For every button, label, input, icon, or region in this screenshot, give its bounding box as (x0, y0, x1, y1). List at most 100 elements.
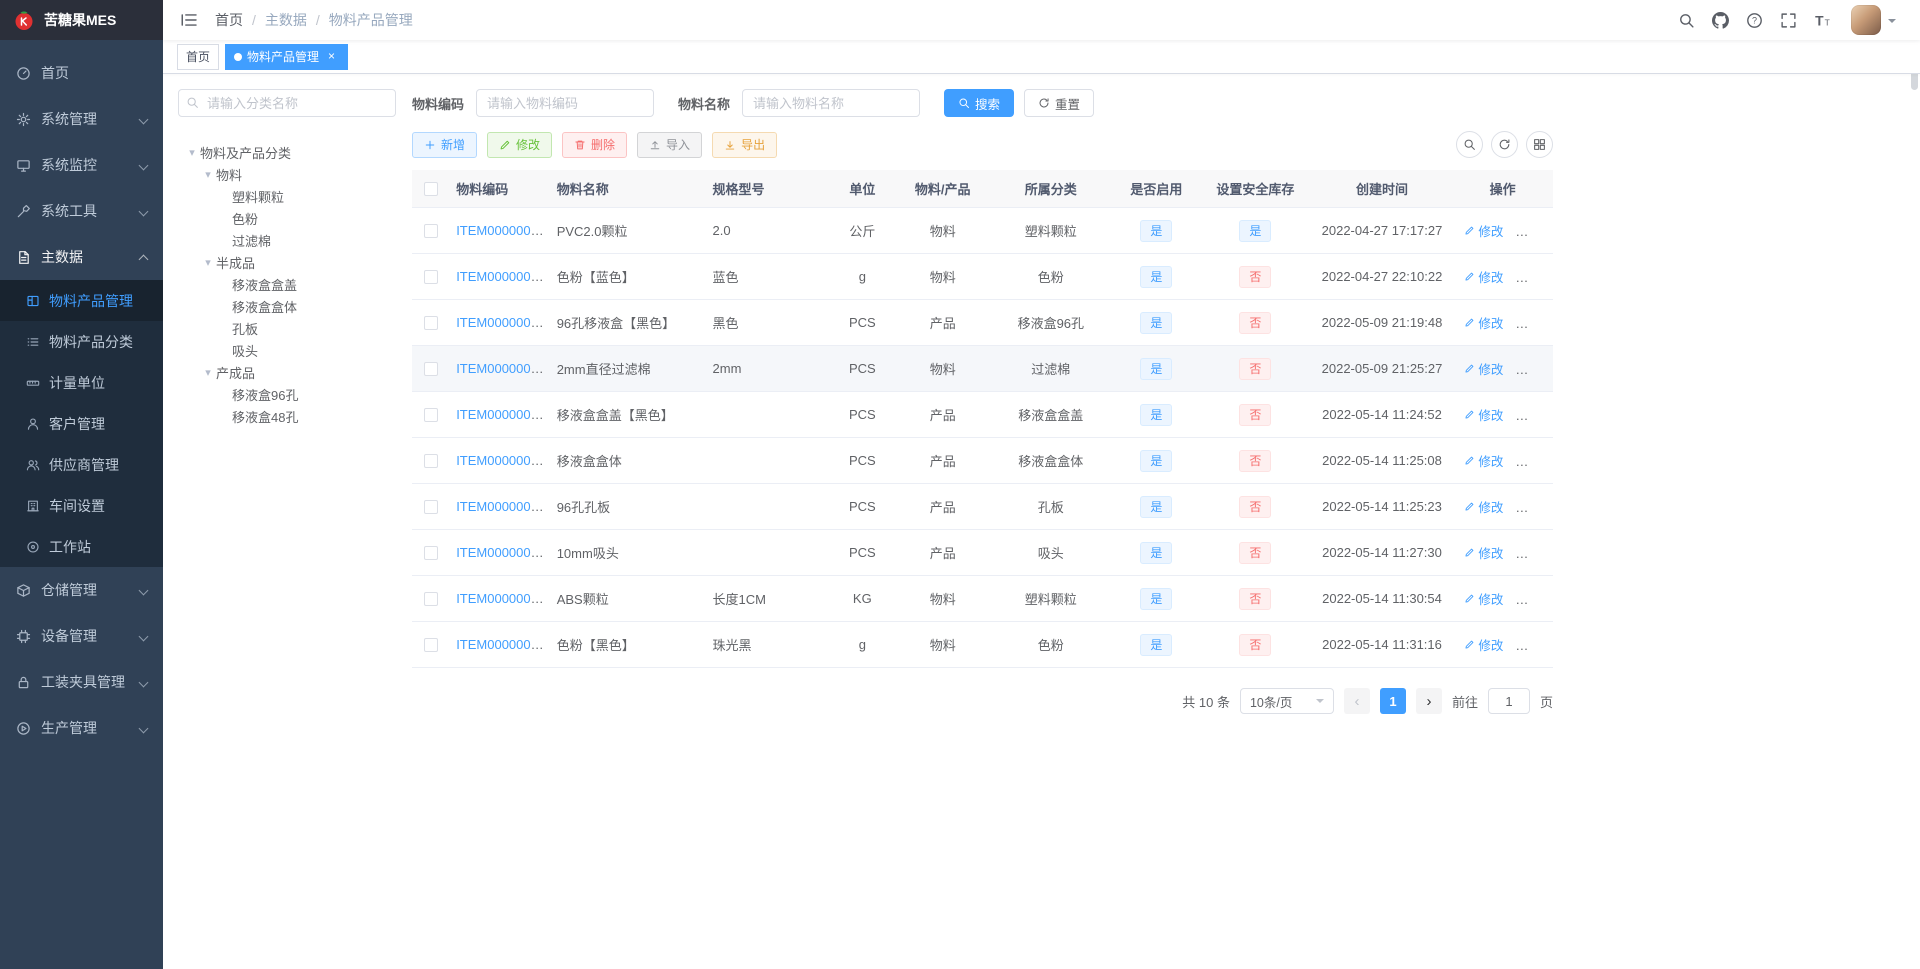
caret-down-icon[interactable]: ▾ (184, 146, 200, 159)
add-button[interactable]: 新增 (412, 131, 478, 158)
category-search-input[interactable] (178, 89, 396, 117)
tree-node[interactable]: 塑料颗粒 (178, 185, 396, 207)
search-button[interactable]: 搜索 (944, 89, 1015, 117)
tab-close-icon[interactable]: × (324, 49, 339, 64)
user-menu[interactable] (1839, 5, 1906, 35)
hamburger-icon[interactable] (177, 8, 201, 32)
breadcrumb-item[interactable]: 首页 (215, 10, 243, 30)
font-size-icon[interactable]: TT (1805, 0, 1839, 40)
row-checkbox[interactable] (424, 454, 439, 469)
material-code-link[interactable]: ITEM00000046 (456, 315, 545, 330)
material-code-link[interactable]: ITEM00000054 (456, 545, 545, 560)
row-edit-link[interactable]: 修改 (1464, 267, 1503, 286)
sidebar-item[interactable]: 生产管理 (0, 705, 163, 751)
table-row[interactable]: ITEM00000051 移液盒盒盖【黑色】 PCS 产品 移液盒盒盖 是 否 … (412, 391, 1553, 438)
tree-node[interactable]: 过滤棉 (178, 229, 396, 251)
export-button[interactable]: 导出 (712, 131, 778, 158)
row-edit-link[interactable]: 修改 (1464, 313, 1503, 332)
tree-node[interactable]: ▾ 产成品 (178, 361, 396, 383)
row-checkbox[interactable] (424, 224, 439, 239)
sidebar-subitem[interactable]: 供应商管理 (0, 444, 163, 485)
sidebar-item[interactable]: 工装夹具管理 (0, 659, 163, 705)
filter-field-input[interactable] (742, 89, 921, 117)
tree-node[interactable]: 移液盒48孔 (178, 405, 396, 427)
sidebar-item[interactable]: 系统监控 (0, 142, 163, 188)
sidebar-item[interactable]: 首页 (0, 50, 163, 96)
table-row[interactable]: ITEM00000055 ABS颗粒 长度1CM KG 物料 塑料颗粒 是 否 … (412, 575, 1553, 622)
tree-node[interactable]: 移液盒96孔 (178, 383, 396, 405)
tree-node[interactable]: 移液盒盒体 (178, 295, 396, 317)
sidebar-item[interactable]: 系统工具 (0, 188, 163, 234)
row-checkbox[interactable] (424, 270, 439, 285)
row-checkbox[interactable] (424, 592, 439, 607)
material-code-link[interactable]: ITEM00000037 (456, 223, 545, 238)
tree-node[interactable]: 孔板 (178, 317, 396, 339)
toggle-search-button[interactable] (1456, 131, 1483, 158)
avatar[interactable] (1851, 5, 1881, 35)
sidebar-item[interactable]: 系统管理 (0, 96, 163, 142)
tree-node[interactable]: 色粉 (178, 207, 396, 229)
row-checkbox[interactable] (424, 500, 439, 515)
row-edit-link[interactable]: 修改 (1464, 405, 1503, 424)
material-code-link[interactable]: ITEM00000051 (456, 407, 545, 422)
row-edit-link[interactable]: 修改 (1464, 589, 1503, 608)
sidebar-subitem[interactable]: 计量单位 (0, 362, 163, 403)
tree-node[interactable]: 移液盒盒盖 (178, 273, 396, 295)
delete-button[interactable]: 删除 (562, 131, 628, 158)
breadcrumb-item[interactable]: 主数据 (265, 10, 307, 30)
table-row[interactable]: ITEM00000046 96孔移液盒【黑色】 黑色 PCS 产品 移液盒96孔… (412, 299, 1553, 346)
caret-down-icon[interactable]: ▾ (200, 366, 216, 379)
select-all-checkbox[interactable] (424, 182, 439, 197)
sidebar-item[interactable]: 设备管理 (0, 613, 163, 659)
page-size-select[interactable]: 10条/页 (1239, 688, 1334, 714)
table-row[interactable]: ITEM00000053 96孔孔板 PCS 产品 孔板 是 否 2022-05… (412, 483, 1553, 530)
tree-node[interactable]: ▾ 半成品 (178, 251, 396, 273)
search-icon[interactable] (1669, 0, 1703, 40)
row-edit-link[interactable]: 修改 (1464, 635, 1503, 654)
tree-node[interactable]: ▾ 物料 (178, 163, 396, 185)
view-tab[interactable]: 首页 (177, 43, 220, 70)
sidebar-subitem[interactable]: 客户管理 (0, 403, 163, 444)
table-row[interactable]: ITEM00000041 色粉【蓝色】 蓝色 g 物料 色粉 是 否 2022-… (412, 253, 1553, 300)
refresh-table-button[interactable] (1491, 131, 1518, 158)
caret-down-icon[interactable]: ▾ (200, 256, 216, 269)
sidebar-subitem[interactable]: 物料产品分类 (0, 321, 163, 362)
table-row[interactable]: ITEM00000037 PVC2.0颗粒 2.0 公斤 物料 塑料颗粒 是 是… (412, 207, 1553, 254)
reset-button[interactable]: 重置 (1024, 89, 1095, 117)
column-settings-button[interactable] (1526, 131, 1553, 158)
row-edit-link[interactable]: 修改 (1464, 359, 1503, 378)
edit-button[interactable]: 修改 (487, 131, 553, 158)
row-checkbox[interactable] (424, 362, 439, 377)
breadcrumb-item[interactable]: 物料产品管理 (329, 10, 413, 30)
sidebar-subitem[interactable]: 车间设置 (0, 485, 163, 526)
row-checkbox[interactable] (424, 408, 439, 423)
table-row[interactable]: ITEM00000052 移液盒盒体 PCS 产品 移液盒盒体 是 否 2022… (412, 437, 1553, 484)
sidebar-item[interactable]: 仓储管理 (0, 567, 163, 613)
import-button[interactable]: 导入 (637, 131, 703, 158)
table-row[interactable]: ITEM00000056 色粉【黑色】 珠光黑 g 物料 色粉 是 否 2022… (412, 621, 1553, 668)
next-page-button[interactable]: › (1415, 688, 1442, 714)
tree-node[interactable]: ▾ 物料及产品分类 (178, 141, 396, 163)
row-edit-link[interactable]: 修改 (1464, 497, 1503, 516)
table-row[interactable]: ITEM00000049 2mm直径过滤棉 2mm PCS 物料 过滤棉 是 否… (412, 345, 1553, 392)
filter-field-input[interactable] (476, 89, 655, 117)
current-page-button[interactable]: 1 (1379, 688, 1406, 714)
material-code-link[interactable]: ITEM00000041 (456, 269, 545, 284)
fullscreen-icon[interactable] (1771, 0, 1805, 40)
row-checkbox[interactable] (424, 638, 439, 653)
tree-node[interactable]: 吸头 (178, 339, 396, 361)
material-code-link[interactable]: ITEM00000052 (456, 453, 545, 468)
row-checkbox[interactable] (424, 546, 439, 561)
row-checkbox[interactable] (424, 316, 439, 331)
material-code-link[interactable]: ITEM00000049 (456, 361, 545, 376)
row-edit-link[interactable]: 修改 (1464, 451, 1503, 470)
github-icon[interactable] (1703, 0, 1737, 40)
prev-page-button[interactable]: ‹ (1343, 688, 1370, 714)
row-edit-link[interactable]: 修改 (1464, 221, 1503, 240)
table-row[interactable]: ITEM00000054 10mm吸头 PCS 产品 吸头 是 否 2022-0… (412, 529, 1553, 576)
sidebar-subitem[interactable]: 物料产品管理 (0, 280, 163, 321)
material-code-link[interactable]: ITEM00000055 (456, 591, 545, 606)
caret-down-icon[interactable]: ▾ (200, 168, 216, 181)
sidebar-subitem[interactable]: 工作站 (0, 526, 163, 567)
view-tab[interactable]: 物料产品管理 × (225, 43, 349, 70)
